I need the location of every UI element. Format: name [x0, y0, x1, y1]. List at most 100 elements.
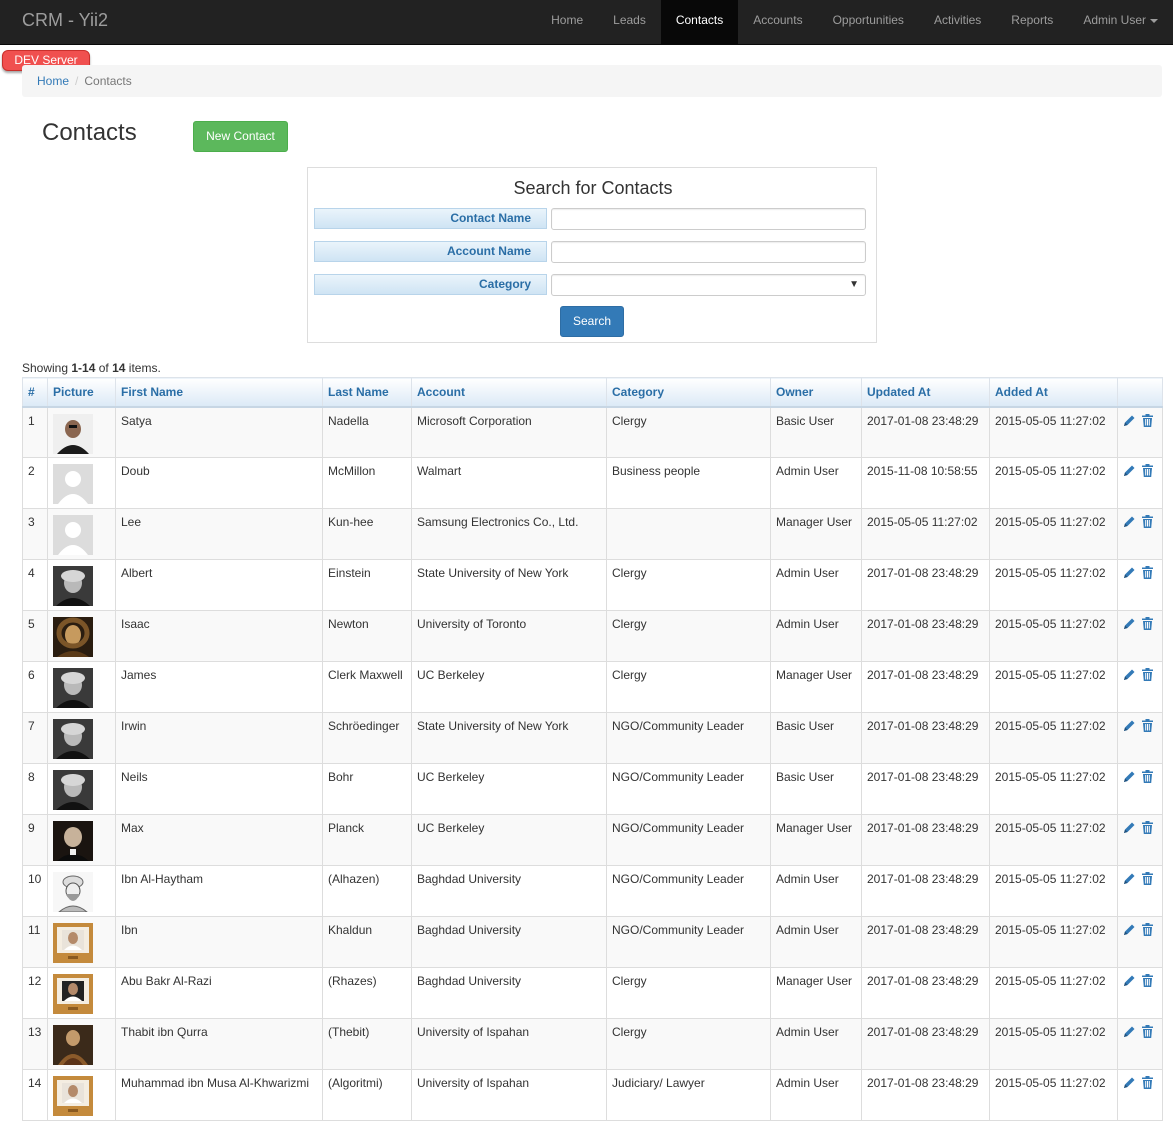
cell-owner: Admin User	[770, 865, 862, 917]
pencil-icon[interactable]	[1123, 719, 1136, 735]
summary-prefix: Showing	[22, 361, 72, 375]
trash-icon[interactable]	[1142, 464, 1153, 480]
cell-last-name: Schröedinger	[322, 712, 412, 764]
cell-first-name: Doub	[115, 457, 323, 509]
search-panel: Search for Contacts Contact Name Account…	[307, 167, 877, 343]
cell-last-name: (Rhazes)	[322, 967, 412, 1019]
column-header-updated-at[interactable]: Updated At	[861, 377, 990, 408]
trash-icon[interactable]	[1142, 821, 1153, 837]
trash-icon[interactable]	[1142, 1076, 1153, 1092]
table-row: 6 James Clerk Maxwell UC Berkeley Clergy Mana…	[22, 661, 1163, 713]
cell-picture	[47, 610, 116, 662]
nav-accounts[interactable]: Accounts	[738, 0, 817, 45]
column-header-owner[interactable]: Owner	[770, 377, 862, 408]
cell-added-at: 2015-05-05 11:27:02	[989, 508, 1118, 560]
column-header-number[interactable]: #	[22, 377, 48, 408]
column-header-last-name[interactable]: Last Name	[322, 377, 412, 408]
breadcrumb-home[interactable]: Home	[37, 74, 69, 88]
nav-opportunities[interactable]: Opportunities	[818, 0, 919, 45]
pencil-icon[interactable]	[1123, 414, 1136, 430]
pencil-icon[interactable]	[1123, 668, 1136, 684]
cell-added-at: 2015-05-05 11:27:02	[989, 457, 1118, 509]
search-button[interactable]: Search	[560, 306, 624, 337]
cell-first-name: Albert	[115, 559, 323, 611]
trash-icon[interactable]	[1142, 617, 1153, 633]
nav-leads[interactable]: Leads	[598, 0, 661, 45]
cell-category: Clergy	[606, 967, 771, 1019]
pencil-icon[interactable]	[1123, 770, 1136, 786]
pencil-icon[interactable]	[1123, 1076, 1136, 1092]
cell-actions	[1117, 508, 1163, 560]
trash-icon[interactable]	[1142, 923, 1153, 939]
cell-added-at: 2015-05-05 11:27:02	[989, 610, 1118, 662]
table-row: 14 Muhammad ibn Musa Al-Khwarizmi (Algorit…	[22, 1069, 1163, 1121]
cell-actions	[1117, 1069, 1163, 1121]
dropdown-arrow-icon: ▼	[849, 279, 859, 290]
contact-photo	[53, 1025, 93, 1065]
new-contact-button[interactable]: New Contact	[193, 121, 288, 152]
trash-icon[interactable]	[1142, 974, 1153, 990]
pencil-icon[interactable]	[1123, 464, 1136, 480]
cell-first-name: James	[115, 661, 323, 713]
category-select[interactable]: ▼	[551, 274, 866, 296]
user-menu-label: Admin User	[1083, 13, 1146, 27]
cell-last-name: Planck	[322, 814, 412, 866]
cell-account: Microsoft Corporation	[411, 406, 607, 458]
cell-category: Clergy	[606, 406, 771, 458]
cell-row-number: 5	[22, 610, 48, 662]
trash-icon[interactable]	[1142, 668, 1153, 684]
column-header-account[interactable]: Account	[411, 377, 607, 408]
pencil-icon[interactable]	[1123, 923, 1136, 939]
pencil-icon[interactable]	[1123, 515, 1136, 531]
trash-icon[interactable]	[1142, 770, 1153, 786]
cell-actions	[1117, 865, 1163, 917]
contact-photo	[53, 974, 93, 1014]
nav-user-menu[interactable]: Admin User	[1068, 0, 1173, 45]
cell-account: Baghdad University	[411, 865, 607, 917]
trash-icon[interactable]	[1142, 413, 1153, 430]
account-name-input[interactable]	[551, 241, 866, 263]
cell-last-name: Einstein	[322, 559, 412, 611]
caret-down-icon	[1150, 18, 1158, 23]
cell-picture	[47, 712, 116, 764]
contact-photo	[53, 923, 93, 963]
cell-category: Judiciary/ Lawyer	[606, 1069, 771, 1121]
nav-activities[interactable]: Activities	[919, 0, 996, 45]
contact-name-input[interactable]	[551, 208, 866, 230]
pencil-icon[interactable]	[1123, 872, 1136, 888]
pencil-icon[interactable]	[1123, 821, 1136, 837]
pencil-icon[interactable]	[1123, 617, 1136, 633]
cell-category: NGO/Community Leader	[606, 814, 771, 866]
trash-icon[interactable]	[1142, 566, 1153, 582]
cell-picture	[47, 661, 116, 713]
cell-row-number: 3	[22, 508, 48, 560]
nav-reports[interactable]: Reports	[996, 0, 1068, 45]
trash-icon[interactable]	[1142, 1025, 1153, 1041]
column-header-first-name[interactable]: First Name	[115, 377, 323, 408]
column-header-added-at[interactable]: Added At	[989, 377, 1118, 408]
cell-category: Business people	[606, 457, 771, 509]
column-header-category[interactable]: Category	[606, 377, 771, 408]
cell-added-at: 2015-05-05 11:27:02	[989, 1018, 1118, 1070]
trash-icon[interactable]	[1142, 515, 1153, 531]
cell-category: NGO/Community Leader	[606, 763, 771, 815]
pencil-icon[interactable]	[1123, 566, 1136, 582]
cell-first-name: Satya	[115, 406, 323, 458]
cell-account: UC Berkeley	[411, 763, 607, 815]
contact-photo	[53, 617, 93, 657]
cell-added-at: 2015-05-05 11:27:02	[989, 865, 1118, 917]
cell-added-at: 2015-05-05 11:27:02	[989, 1069, 1118, 1121]
cell-first-name: Ibn Al-Haytham	[115, 865, 323, 917]
trash-icon[interactable]	[1142, 719, 1153, 735]
table-row: 13 Thabit ibn Qurra (Thebit) University of …	[22, 1018, 1163, 1070]
nav-contacts[interactable]: Contacts	[660, 0, 739, 45]
nav-home[interactable]: Home	[536, 0, 598, 45]
cell-picture	[47, 1018, 116, 1070]
brand-logo[interactable]: CRM - Yii2	[22, 10, 108, 31]
pencil-icon[interactable]	[1123, 1025, 1136, 1041]
cell-added-at: 2015-05-05 11:27:02	[989, 559, 1118, 611]
trash-icon[interactable]	[1142, 872, 1153, 888]
cell-last-name: (Alhazen)	[322, 865, 412, 917]
pencil-icon[interactable]	[1123, 974, 1136, 990]
cell-actions	[1117, 559, 1163, 611]
